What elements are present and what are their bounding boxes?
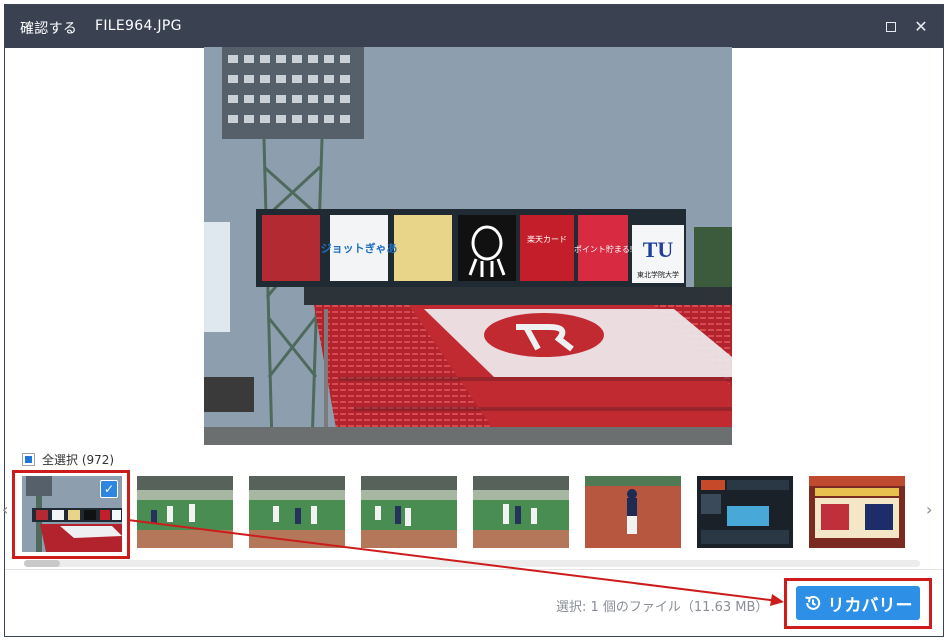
thumbnail-pitcher[interactable] (585, 476, 681, 548)
thumbnail-baseball-field-4[interactable] (473, 476, 569, 548)
recover-button[interactable]: リカバリー (796, 586, 920, 620)
history-icon (804, 595, 820, 610)
thumbnail-scoreboard[interactable] (697, 476, 793, 548)
footer-divider (5, 569, 943, 570)
select-all-label: 全選択 (972) (42, 452, 115, 467)
select-all-box[interactable] (22, 452, 35, 466)
thumbnail-baseball-field-1[interactable] (137, 476, 233, 548)
banner-text-4: TU (643, 237, 674, 262)
selection-status: 選択: 1 個のファイル（11.63 MB） (556, 600, 769, 615)
title-bar: 確認する FILE964.JPG ✕ (5, 5, 943, 48)
thumbnail-baseball-field-2[interactable] (249, 476, 345, 548)
preview-image: ジョットぎゃあ 楽天カード ポイント貯まる! TU 東北学院大学 (204, 47, 732, 445)
banner-text-3: ポイント貯まる! (574, 244, 632, 254)
maximize-icon[interactable] (881, 17, 901, 37)
highlight-selected-thumbnail (12, 470, 130, 559)
recover-button-label: リカバリー (827, 595, 913, 615)
close-icon[interactable]: ✕ (911, 17, 931, 37)
scroll-left-arrow[interactable]: ‹ (2, 500, 8, 519)
scroll-right-arrow[interactable]: › (926, 500, 932, 519)
thumbnail-scrollbar-thumb[interactable] (24, 560, 60, 567)
dialog-title: 確認する (20, 21, 78, 37)
banner-text-1: ジョットぎゃあ (321, 241, 398, 255)
file-name: FILE964.JPG (95, 18, 182, 34)
thumbnail-baseball-field-3[interactable] (361, 476, 457, 548)
select-all-checkbox[interactable]: 全選択 (972) (22, 451, 114, 467)
thumbnail-todays-matchup[interactable] (809, 476, 905, 548)
banner-text-2: 楽天カード (527, 234, 567, 244)
thumbnail-scrollbar-track[interactable] (24, 560, 920, 567)
banner-text-5: 東北学院大学 (637, 270, 679, 279)
